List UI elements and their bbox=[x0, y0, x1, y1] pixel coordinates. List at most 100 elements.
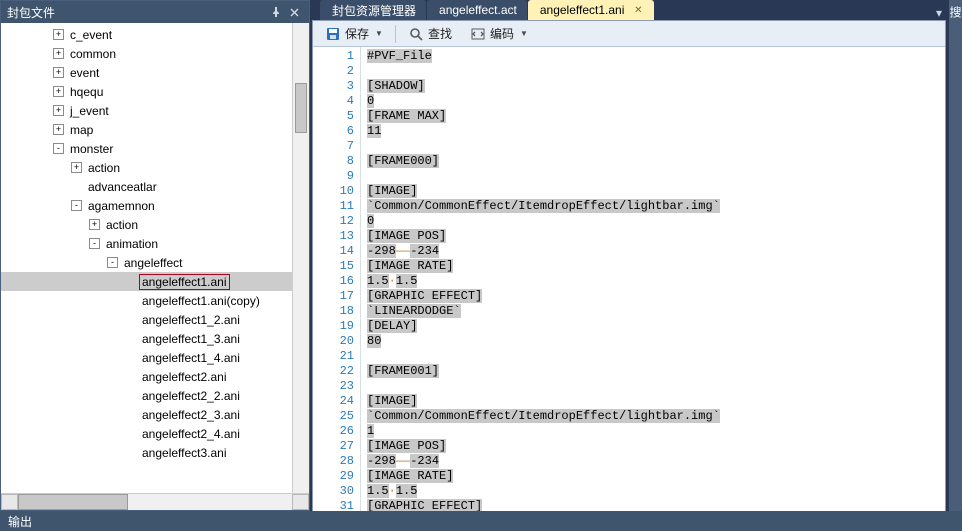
tree-node[interactable]: -monster bbox=[1, 139, 309, 158]
code-line[interactable]: 1.5·1.5 bbox=[367, 484, 720, 499]
tree-node[interactable]: angeleffect2_4.ani bbox=[1, 424, 309, 443]
tree-node[interactable]: angeleffect2_3.ani bbox=[1, 405, 309, 424]
save-button[interactable]: 保存 ▼ bbox=[319, 23, 389, 44]
code-line[interactable]: [IMAGE RATE] bbox=[367, 469, 720, 484]
tree-node-label: monster bbox=[68, 142, 115, 156]
tree-node[interactable]: + action bbox=[1, 158, 309, 177]
code-line[interactable]: -298——-234 bbox=[367, 244, 720, 259]
save-icon bbox=[325, 26, 341, 42]
editor-tab[interactable]: angeleffect.act bbox=[427, 0, 527, 20]
code-line[interactable]: 0 bbox=[367, 214, 720, 229]
tree-node-label: common bbox=[68, 47, 118, 61]
encoding-icon bbox=[470, 26, 486, 42]
tree-node[interactable]: -animation bbox=[1, 234, 309, 253]
expand-icon[interactable]: + bbox=[53, 67, 64, 78]
tree-node[interactable]: + c_event bbox=[1, 25, 309, 44]
tree-node-label: angeleffect2.ani bbox=[140, 370, 229, 384]
chevron-down-icon: ▼ bbox=[520, 29, 528, 38]
code-line[interactable]: [IMAGE POS] bbox=[367, 229, 720, 244]
collapse-icon[interactable]: - bbox=[107, 257, 118, 268]
collapsed-search-label: 搜 bbox=[947, 6, 962, 18]
code-line[interactable]: [IMAGE] bbox=[367, 184, 720, 199]
tree-vertical-scrollbar[interactable] bbox=[292, 23, 309, 493]
close-icon[interactable]: ✕ bbox=[632, 4, 644, 16]
tree-node-label: angeleffect2_3.ani bbox=[140, 408, 242, 422]
expand-icon[interactable]: + bbox=[53, 105, 64, 116]
tree-node[interactable]: +action bbox=[1, 215, 309, 234]
expand-icon[interactable]: + bbox=[53, 48, 64, 59]
editor-panel: 封包资源管理器 angeleffect.act angeleffect1.ani✕ ▾… bbox=[310, 0, 948, 511]
tree-node[interactable]: +j_event bbox=[1, 101, 309, 120]
encoding-button[interactable]: 编码 ▼ bbox=[464, 23, 534, 44]
tree-node-label: c_event bbox=[68, 28, 114, 42]
editor-toolbar: 保存 ▼ 查找 编码 ▼ bbox=[313, 21, 945, 47]
tree-node-label: action bbox=[86, 161, 122, 175]
tree-node[interactable]: angeleffect2_2.ani bbox=[1, 386, 309, 405]
find-label: 查找 bbox=[428, 25, 452, 42]
code-line[interactable]: [GRAPHIC EFFECT] bbox=[367, 499, 720, 511]
code-line[interactable] bbox=[367, 169, 720, 184]
expand-icon[interactable]: + bbox=[53, 29, 64, 40]
tree-node[interactable]: +event bbox=[1, 63, 309, 82]
tree-node[interactable]: angeleffect3.ani bbox=[1, 443, 309, 462]
code-line[interactable]: [IMAGE RATE] bbox=[367, 259, 720, 274]
tree-node[interactable]: +hqequ bbox=[1, 82, 309, 101]
code-line[interactable]: #PVF_File bbox=[367, 49, 720, 64]
code-line[interactable]: 0 bbox=[367, 94, 720, 109]
code-line[interactable]: 11 bbox=[367, 124, 720, 139]
tab-label: angeleffect.act bbox=[439, 3, 517, 17]
expand-icon[interactable]: + bbox=[53, 86, 64, 97]
expand-icon[interactable]: + bbox=[53, 124, 64, 135]
tree-node-label: angeleffect3.ani bbox=[140, 446, 229, 460]
output-panel-title: 输出 bbox=[8, 513, 32, 530]
code-line[interactable]: 1 bbox=[367, 424, 720, 439]
code-line[interactable]: `LINEARDODGE` bbox=[367, 304, 720, 319]
code-line[interactable]: 1.5·1.5 bbox=[367, 274, 720, 289]
editor-tab[interactable]: angeleffect1.ani✕ bbox=[528, 0, 655, 20]
tree-view[interactable]: +c_event+common+event+hqequ+j_event+map-… bbox=[1, 23, 309, 493]
find-button[interactable]: 查找 bbox=[402, 23, 458, 44]
expand-icon[interactable]: + bbox=[89, 219, 100, 230]
code-line[interactable]: [GRAPHIC EFFECT] bbox=[367, 289, 720, 304]
tree-node[interactable]: angeleffect1.ani(copy) bbox=[1, 291, 309, 310]
collapse-icon[interactable]: - bbox=[89, 238, 100, 249]
collapsed-search-panel[interactable]: 搜 bbox=[948, 0, 962, 511]
tree-node[interactable]: angeleffect1_2.ani bbox=[1, 310, 309, 329]
code-line[interactable]: `Common/CommonEffect/ItemdropEffect/ligh… bbox=[367, 409, 720, 424]
collapse-icon[interactable]: - bbox=[53, 143, 64, 154]
tree-horizontal-scrollbar[interactable] bbox=[1, 493, 309, 510]
code-line[interactable] bbox=[367, 139, 720, 154]
tree-node[interactable]: angeleffect2.ani bbox=[1, 367, 309, 386]
output-panel-header[interactable]: 输出 bbox=[0, 511, 962, 531]
tree-node-label: angeleffect2_2.ani bbox=[140, 389, 242, 403]
code-line[interactable]: [DELAY] bbox=[367, 319, 720, 334]
code-line[interactable]: 80 bbox=[367, 334, 720, 349]
code-line[interactable]: [SHADOW] bbox=[367, 79, 720, 94]
code-line[interactable] bbox=[367, 64, 720, 79]
tree-node[interactable]: +map bbox=[1, 120, 309, 139]
collapse-icon[interactable]: - bbox=[71, 200, 82, 211]
code-content[interactable]: #PVF_File [SHADOW]0[FRAME MAX]11 [FRAME0… bbox=[361, 47, 720, 511]
tree-node[interactable]: angeleffect1_4.ani bbox=[1, 348, 309, 367]
tree-node[interactable]: angeleffect1.ani bbox=[1, 272, 309, 291]
code-line[interactable]: [FRAME001] bbox=[367, 364, 720, 379]
tab-overflow-button[interactable]: ▾ bbox=[930, 6, 948, 20]
code-line[interactable] bbox=[367, 349, 720, 364]
close-icon[interactable] bbox=[285, 3, 303, 21]
tree-node[interactable]: angeleffect1_3.ani bbox=[1, 329, 309, 348]
code-line[interactable]: [FRAME MAX] bbox=[367, 109, 720, 124]
code-line[interactable]: [IMAGE POS] bbox=[367, 439, 720, 454]
editor-tab[interactable]: 封包资源管理器 bbox=[320, 0, 426, 20]
code-line[interactable]: [FRAME000] bbox=[367, 154, 720, 169]
tree-node[interactable]: advanceatlar bbox=[1, 177, 309, 196]
code-line[interactable]: -298——-234 bbox=[367, 454, 720, 469]
tree-node[interactable]: + common bbox=[1, 44, 309, 63]
tree-node[interactable]: -agamemnon bbox=[1, 196, 309, 215]
code-line[interactable]: `Common/CommonEffect/ItemdropEffect/ligh… bbox=[367, 199, 720, 214]
code-editor[interactable]: 1234567891011121314151617181920212223242… bbox=[313, 47, 945, 511]
code-line[interactable] bbox=[367, 379, 720, 394]
tree-node[interactable]: -angeleffect bbox=[1, 253, 309, 272]
expand-icon[interactable]: + bbox=[71, 162, 82, 173]
pin-icon[interactable] bbox=[267, 3, 285, 21]
code-line[interactable]: [IMAGE] bbox=[367, 394, 720, 409]
